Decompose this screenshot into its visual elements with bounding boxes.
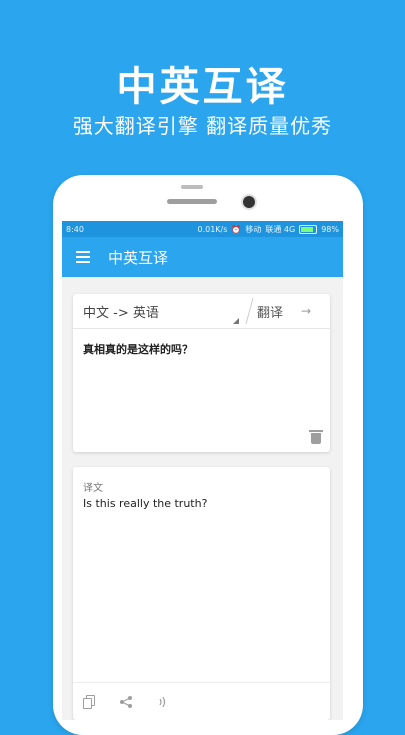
- speaker-icon[interactable]: [155, 695, 169, 709]
- translate-button[interactable]: 翻译 →: [257, 302, 311, 321]
- phone-sensor: [181, 185, 203, 189]
- menu-icon[interactable]: [76, 251, 90, 263]
- status-battery: 98%: [321, 224, 339, 234]
- status-bar: 8:40 0.01K/s ⏰ 移动 联通 4G 98%: [62, 221, 343, 237]
- phone-speaker: [167, 199, 217, 204]
- source-text-input[interactable]: 真相真的是这样的吗？: [73, 329, 330, 369]
- translated-text: Is this really the truth?: [83, 497, 208, 510]
- output-actions: [73, 682, 330, 720]
- status-carrier1: 移动: [245, 224, 262, 234]
- language-selector[interactable]: 中文 -> 英语: [73, 294, 243, 328]
- input-card: 中文 -> 英语 翻译 → 真相真的是这样的吗？: [73, 294, 330, 452]
- language-pair: 中文 -> 英语: [83, 305, 159, 321]
- output-label: 译文: [83, 483, 103, 494]
- alarm-icon: ⏰: [231, 224, 242, 234]
- status-time: 8:40: [66, 224, 84, 234]
- promo-title: 中英互译: [116, 64, 289, 110]
- battery-icon: [299, 224, 318, 234]
- divider: [245, 298, 254, 324]
- arrow-right-icon: →: [301, 304, 312, 318]
- share-icon[interactable]: [119, 695, 133, 709]
- app-title: 中英互译: [108, 248, 169, 267]
- translate-label: 翻译: [257, 305, 284, 321]
- promo-subtitle: 强大翻译引擎 翻译质量优秀: [72, 114, 333, 138]
- app-bar: 中英互译: [62, 237, 343, 277]
- copy-icon[interactable]: [83, 694, 97, 709]
- dropdown-triangle-icon: [233, 318, 239, 324]
- output-card: 译文 Is this really the truth?: [73, 467, 330, 720]
- language-row: 中文 -> 英语 翻译 →: [73, 294, 330, 329]
- phone-camera: [241, 194, 257, 210]
- status-carrier2: 联通 4G: [265, 224, 296, 234]
- trash-icon[interactable]: [309, 430, 323, 444]
- status-speed: 0.01K/s: [197, 224, 228, 234]
- app-screen: 8:40 0.01K/s ⏰ 移动 联通 4G 98% 中英互译 中文 -> 英…: [62, 221, 343, 720]
